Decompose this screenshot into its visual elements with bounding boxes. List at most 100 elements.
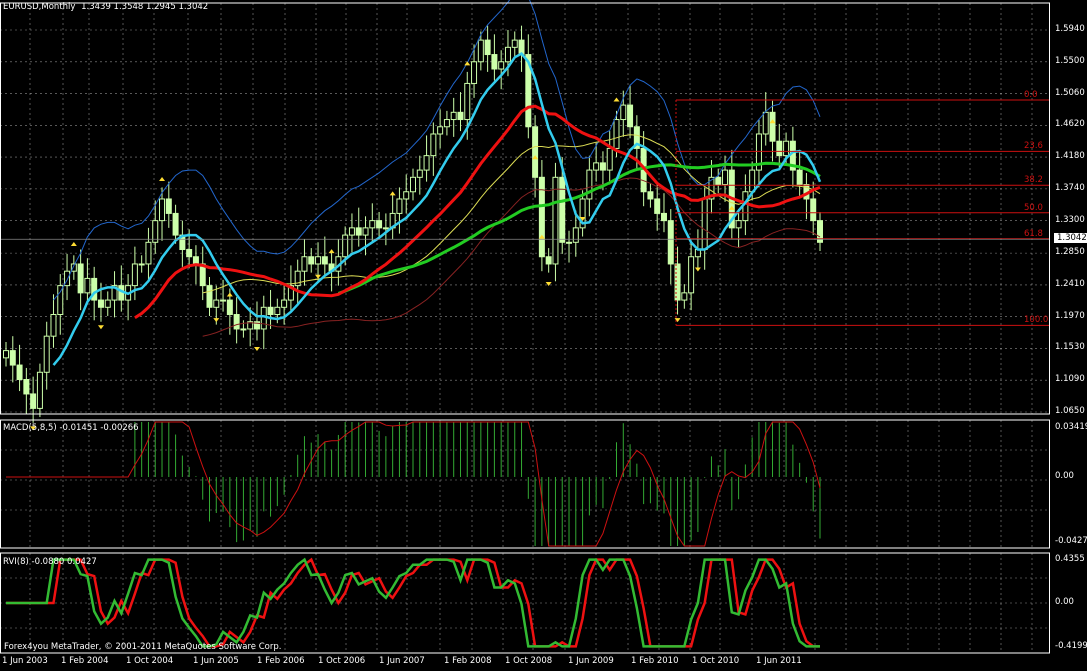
candle-body: [342, 234, 349, 258]
candle-body: [9, 350, 16, 366]
price-tick-label: 1.2850: [1055, 247, 1085, 258]
candle-body: [735, 220, 742, 229]
candle-body: [97, 299, 104, 308]
candle-body: [776, 140, 783, 157]
candle-body: [403, 191, 410, 200]
candle-body: [606, 147, 613, 171]
price-tick-label: 1.3300: [1055, 214, 1085, 225]
price-tick-label: 1.4620: [1055, 119, 1085, 130]
candle-body: [566, 241, 573, 244]
candle-body: [267, 306, 274, 316]
fractal-up-marker: [226, 292, 233, 297]
candle-body: [206, 285, 213, 308]
candle-body: [593, 162, 600, 171]
candle-body: [301, 256, 308, 272]
macd-chart[interactable]: [6, 421, 821, 547]
candle-body: [321, 256, 328, 265]
fractal-down-marker: [674, 318, 681, 323]
candle-body: [796, 169, 803, 186]
price-chart[interactable]: [0, 0, 1049, 431]
candle-body: [30, 393, 37, 409]
price-tick-label: 1.0650: [1055, 406, 1085, 416]
candle-body: [192, 256, 199, 265]
time-tick-label: 1 Feb 2010: [631, 656, 679, 666]
macd-tick-label: 0.03419: [1055, 422, 1087, 432]
candle-body: [50, 314, 57, 337]
price-tick-label: 1.2410: [1055, 278, 1085, 289]
candle-body: [416, 169, 423, 178]
candle-body: [504, 46, 511, 63]
candle-body: [16, 364, 23, 381]
candle-body: [131, 263, 138, 287]
ma-mid-line: [134, 104, 821, 320]
candle-body: [36, 371, 43, 409]
fib-level-label: 23.6: [1024, 141, 1043, 152]
candle-body: [260, 306, 267, 330]
time-tick-label: 1 Feb 2004: [61, 656, 109, 666]
time-tick-label: 1 Feb 2006: [257, 656, 305, 666]
candle-body: [172, 212, 179, 236]
candle-body: [647, 191, 654, 200]
candle-body: [667, 220, 674, 265]
candle-body: [769, 111, 776, 142]
time-tick-label: 1 Feb 2008: [444, 656, 492, 666]
price-tick-label: 1.5500: [1055, 55, 1085, 66]
candle-body: [362, 227, 369, 236]
fractal-down-marker: [545, 281, 552, 286]
candle-body: [3, 350, 9, 359]
price-tick-label: 1.5940: [1055, 24, 1085, 34]
candle-body: [545, 256, 552, 265]
candle-body: [457, 111, 464, 121]
candle-body: [477, 39, 484, 63]
candle-body: [186, 249, 193, 258]
price-tick-label: 1.1970: [1055, 310, 1085, 321]
candle-body: [552, 176, 559, 265]
candle-body: [348, 227, 355, 236]
candle-body: [572, 227, 579, 243]
rvi-chart[interactable]: [6, 557, 820, 648]
time-tick-label: 1 Oct 2008: [505, 656, 553, 666]
candle-body: [308, 256, 315, 265]
candle-body: [443, 119, 450, 128]
candle-body: [376, 220, 383, 229]
price-tick-label: 1.3740: [1055, 182, 1085, 193]
fractal-up-marker: [389, 191, 396, 196]
fractal-up-marker: [159, 176, 166, 181]
candle-body: [660, 212, 667, 222]
ohlc-values: 1.3439 1.3548 1.2945 1.3042: [81, 2, 209, 12]
fractal-down-marker: [694, 267, 701, 272]
rvi-tick-label: -0.4199: [1055, 641, 1087, 651]
time-tick-label: 1 Jun 2003: [2, 656, 48, 666]
time-tick-label: 1 Oct 2006: [318, 656, 366, 666]
panel-border: [0, 419, 1050, 549]
price-tick-label: 1.1090: [1055, 374, 1085, 385]
candle-body: [620, 104, 627, 121]
fib-level-label: 100.0: [1024, 315, 1049, 326]
price-tick-label: 1.4180: [1055, 151, 1085, 162]
fib-level-label: 38.2: [1024, 175, 1043, 186]
candle-body: [355, 227, 362, 236]
candle-body: [233, 314, 240, 330]
rvi-title: RVI(8) -0.0880 0.0427: [3, 557, 97, 567]
candle-body: [613, 119, 620, 149]
candle-body: [701, 198, 708, 251]
fractal-up-marker: [328, 249, 335, 254]
macd-title: MACD(5,8,5) -0.01451 -0.00266: [3, 423, 139, 433]
candle-body: [138, 263, 145, 266]
candle-body: [681, 292, 688, 301]
candle-body: [410, 176, 416, 193]
time-tick-label: 1 Oct 2004: [126, 656, 174, 666]
trading-chart[interactable]: [0, 0, 1087, 671]
time-tick-label: 1 Jun 2005: [193, 656, 239, 666]
candle-body: [471, 61, 478, 84]
candle-body: [762, 111, 769, 135]
macd-tick-label: 0.00: [1055, 471, 1074, 481]
rvi-tick-label: 0.00: [1055, 597, 1074, 607]
candle-body: [77, 263, 84, 294]
candle-body: [145, 241, 152, 265]
candle-body: [464, 82, 471, 121]
candle-body: [369, 220, 376, 229]
price-tick-label: 1.5060: [1055, 87, 1085, 98]
fractal-up-marker: [70, 241, 77, 246]
rvi-tick-label: 0.4355: [1055, 554, 1085, 564]
